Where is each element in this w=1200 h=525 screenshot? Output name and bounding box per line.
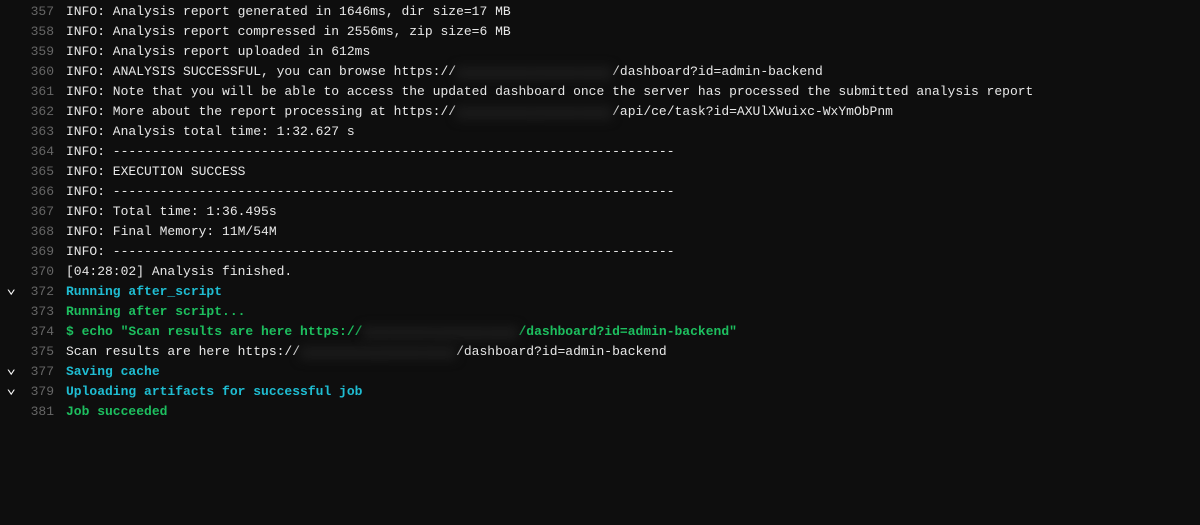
log-line: 366INFO: -------------------------------… bbox=[0, 182, 1200, 202]
log-text-segment: [04:28:02] Analysis finished. bbox=[66, 264, 292, 279]
log-line-content: INFO: Analysis report generated in 1646m… bbox=[66, 2, 1200, 22]
line-number[interactable]: 362 bbox=[18, 102, 66, 122]
line-number[interactable]: 370 bbox=[18, 262, 66, 282]
log-line-content: INFO: Final Memory: 11M/54M bbox=[66, 222, 1200, 242]
line-number[interactable]: 360 bbox=[18, 62, 66, 82]
log-line: 359INFO: Analysis report uploaded in 612… bbox=[0, 42, 1200, 62]
line-number[interactable]: 374 bbox=[18, 322, 66, 342]
log-line-content: INFO: More about the report processing a… bbox=[66, 102, 1200, 122]
log-text-segment: INFO: More about the report processing a… bbox=[66, 104, 456, 119]
log-text-segment: Saving cache bbox=[66, 364, 160, 379]
line-number[interactable]: 381 bbox=[18, 402, 66, 422]
log-text-segment: Scan results are here https:// bbox=[66, 344, 300, 359]
log-line-content: [04:28:02] Analysis finished. bbox=[66, 262, 1200, 282]
log-line: 369INFO: -------------------------------… bbox=[0, 242, 1200, 262]
log-text-segment: Uploading artifacts for successful job bbox=[66, 384, 362, 399]
log-line: 362INFO: More about the report processin… bbox=[0, 102, 1200, 122]
redacted-text: sonar.example.com.io bbox=[456, 66, 612, 80]
redacted-text: sonar.example.com.io bbox=[456, 106, 612, 120]
log-output: 357INFO: Analysis report generated in 16… bbox=[0, 0, 1200, 422]
line-number[interactable]: 357 bbox=[18, 2, 66, 22]
log-line: 363INFO: Analysis total time: 1:32.627 s bbox=[0, 122, 1200, 142]
line-number[interactable]: 363 bbox=[18, 122, 66, 142]
redacted-text: sonar.example.com.io bbox=[300, 346, 456, 360]
log-line-content: Uploading artifacts for successful job bbox=[66, 382, 1200, 402]
log-line: 381Job succeeded bbox=[0, 402, 1200, 422]
log-text-segment: INFO: Final Memory: 11M/54M bbox=[66, 224, 277, 239]
log-line-content: INFO: ----------------------------------… bbox=[66, 242, 1200, 262]
log-text-segment: $ echo "Scan results are here https:// bbox=[66, 324, 362, 339]
log-line: 374$ echo "Scan results are here https:/… bbox=[0, 322, 1200, 342]
log-text-segment: INFO: EXECUTION SUCCESS bbox=[66, 164, 245, 179]
chevron-down-icon[interactable]: ⌄ bbox=[0, 282, 18, 296]
line-number[interactable]: 375 bbox=[18, 342, 66, 362]
log-text-segment: INFO: ----------------------------------… bbox=[66, 184, 675, 199]
log-text-segment: INFO: ----------------------------------… bbox=[66, 144, 675, 159]
log-line-content: Running after script... bbox=[66, 302, 1200, 322]
line-number[interactable]: 379 bbox=[18, 382, 66, 402]
chevron-down-icon[interactable]: ⌄ bbox=[0, 362, 18, 376]
log-line: ⌄379Uploading artifacts for successful j… bbox=[0, 382, 1200, 402]
log-text-segment: INFO: Analysis report uploaded in 612ms bbox=[66, 44, 370, 59]
log-line-content: INFO: Analysis total time: 1:32.627 s bbox=[66, 122, 1200, 142]
line-number[interactable]: 366 bbox=[18, 182, 66, 202]
log-line-content: INFO: ----------------------------------… bbox=[66, 182, 1200, 202]
log-line: ⌄377Saving cache bbox=[0, 362, 1200, 382]
log-line-content: $ echo "Scan results are here https://so… bbox=[66, 322, 1200, 342]
log-text-segment: Running after_script bbox=[66, 284, 222, 299]
log-line-content: Scan results are here https://sonar.exam… bbox=[66, 342, 1200, 362]
line-number[interactable]: 369 bbox=[18, 242, 66, 262]
log-line-content: INFO: Note that you will be able to acce… bbox=[66, 82, 1200, 102]
line-number[interactable]: 364 bbox=[18, 142, 66, 162]
log-line: 357INFO: Analysis report generated in 16… bbox=[0, 2, 1200, 22]
log-line: 368INFO: Final Memory: 11M/54M bbox=[0, 222, 1200, 242]
line-number[interactable]: 365 bbox=[18, 162, 66, 182]
log-text-segment: INFO: Total time: 1:36.495s bbox=[66, 204, 277, 219]
log-text-segment: /dashboard?id=admin-backend bbox=[456, 344, 667, 359]
log-text-segment: Job succeeded bbox=[66, 404, 167, 419]
log-line: 360INFO: ANALYSIS SUCCESSFUL, you can br… bbox=[0, 62, 1200, 82]
log-text-segment: INFO: Analysis report generated in 1646m… bbox=[66, 4, 511, 19]
log-text-segment: /dashboard?id=admin-backend bbox=[612, 64, 823, 79]
log-text-segment: INFO: Analysis report compressed in 2556… bbox=[66, 24, 511, 39]
log-line: ⌄372Running after_script bbox=[0, 282, 1200, 302]
log-line-content: INFO: Analysis report compressed in 2556… bbox=[66, 22, 1200, 42]
log-line: 367INFO: Total time: 1:36.495s bbox=[0, 202, 1200, 222]
log-line-content: INFO: Total time: 1:36.495s bbox=[66, 202, 1200, 222]
log-text-segment: INFO: Analysis total time: 1:32.627 s bbox=[66, 124, 355, 139]
log-line-content: INFO: ----------------------------------… bbox=[66, 142, 1200, 162]
line-number[interactable]: 373 bbox=[18, 302, 66, 322]
log-line-content: Job succeeded bbox=[66, 402, 1200, 422]
line-number[interactable]: 372 bbox=[18, 282, 66, 302]
log-line-content: Running after_script bbox=[66, 282, 1200, 302]
line-number[interactable]: 377 bbox=[18, 362, 66, 382]
line-number[interactable]: 368 bbox=[18, 222, 66, 242]
log-line-content: INFO: EXECUTION SUCCESS bbox=[66, 162, 1200, 182]
log-text-segment: /dashboard?id=admin-backend" bbox=[518, 324, 736, 339]
log-text-segment: INFO: ANALYSIS SUCCESSFUL, you can brows… bbox=[66, 64, 456, 79]
log-text-segment: INFO: Note that you will be able to acce… bbox=[66, 84, 1033, 99]
log-line: 364INFO: -------------------------------… bbox=[0, 142, 1200, 162]
log-line-content: Saving cache bbox=[66, 362, 1200, 382]
log-line: 358INFO: Analysis report compressed in 2… bbox=[0, 22, 1200, 42]
log-line: 370[04:28:02] Analysis finished. bbox=[0, 262, 1200, 282]
line-number[interactable]: 358 bbox=[18, 22, 66, 42]
log-line-content: INFO: ANALYSIS SUCCESSFUL, you can brows… bbox=[66, 62, 1200, 82]
log-line: 365INFO: EXECUTION SUCCESS bbox=[0, 162, 1200, 182]
log-line: 373Running after script... bbox=[0, 302, 1200, 322]
log-line: 361INFO: Note that you will be able to a… bbox=[0, 82, 1200, 102]
line-number[interactable]: 367 bbox=[18, 202, 66, 222]
chevron-down-icon[interactable]: ⌄ bbox=[0, 382, 18, 396]
log-text-segment: INFO: ----------------------------------… bbox=[66, 244, 675, 259]
line-number[interactable]: 361 bbox=[18, 82, 66, 102]
log-line: 375Scan results are here https://sonar.e… bbox=[0, 342, 1200, 362]
log-text-segment: /api/ce/task?id=AXUlXWuixc-WxYmObPnm bbox=[612, 104, 893, 119]
line-number[interactable]: 359 bbox=[18, 42, 66, 62]
redacted-text: sonar.example.com.io bbox=[362, 326, 518, 340]
log-text-segment: Running after script... bbox=[66, 304, 245, 319]
log-line-content: INFO: Analysis report uploaded in 612ms bbox=[66, 42, 1200, 62]
